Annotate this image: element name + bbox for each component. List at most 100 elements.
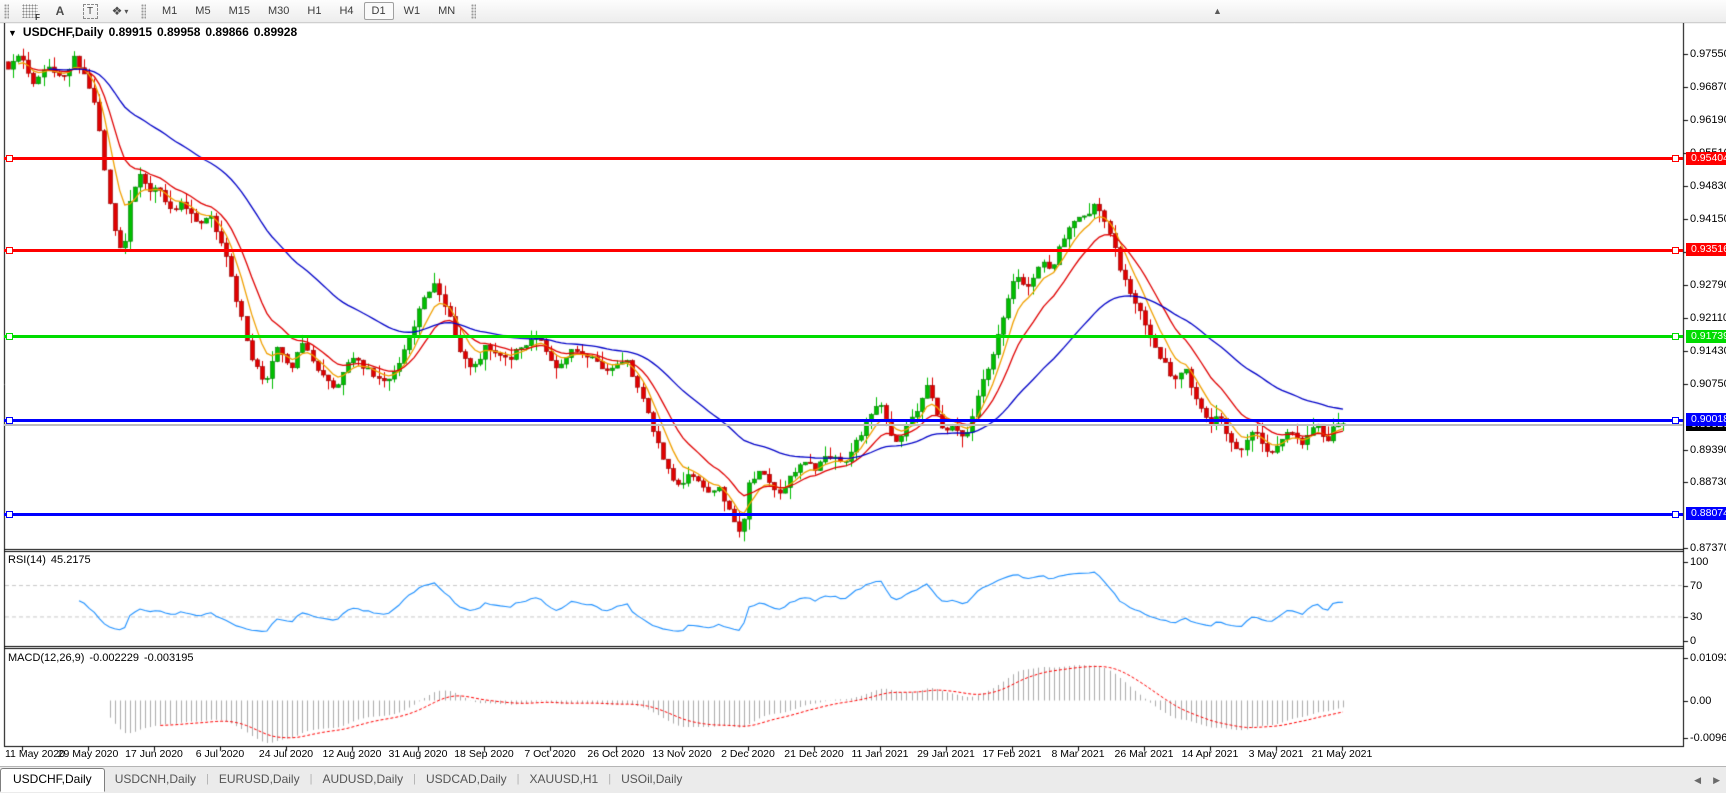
macd-scale-label: 0.010933 — [1690, 652, 1726, 664]
tab-usoil-daily[interactable]: USOil,Daily — [611, 767, 692, 790]
rsi-name: RSI(14) — [8, 554, 46, 566]
trading-platform-window: F A T ❖▾ M1M5M15M30H1H4D1W1MN ▲ ▼ USDCHF,… — [0, 0, 1726, 793]
rsi-scale-label: 30 — [1690, 611, 1702, 623]
line-anchor-handle[interactable] — [6, 333, 13, 340]
line-anchor-handle[interactable] — [1672, 417, 1679, 424]
timeframe-m30-button[interactable]: M30 — [260, 2, 297, 20]
price-axis-tick: 0.94830 — [1690, 180, 1726, 192]
chart-title: ▼ USDCHF,Daily 0.89915 0.89958 0.89866 0.8992… — [8, 25, 302, 39]
date-axis-label: 29 Jan 2021 — [917, 748, 975, 760]
line-anchor-handle[interactable] — [1672, 247, 1679, 254]
timeframe-m15-button[interactable]: M15 — [221, 2, 258, 20]
price-axis-tick: 0.91430 — [1690, 345, 1726, 357]
price-line-badge-0.95404: 0.95404 — [1686, 152, 1726, 165]
chart-symbol-period: USDCHF,Daily — [23, 25, 104, 39]
tab-scroll-left-icon[interactable]: ◀ — [1694, 775, 1701, 786]
price-axis-tick: 0.94150 — [1690, 213, 1726, 225]
price-line-badge-0.90018: 0.90018 — [1686, 413, 1726, 426]
date-axis-label: 2 Dec 2020 — [721, 748, 775, 760]
line-anchor-handle[interactable] — [1672, 333, 1679, 340]
price-axis-tick: 0.89390 — [1690, 444, 1726, 456]
horizontal-line-0.91739[interactable] — [4, 335, 1683, 338]
horizontal-line-0.95404[interactable] — [4, 157, 1683, 160]
horizontal-line-0.88074[interactable] — [4, 513, 1683, 516]
date-axis-label: 11 Jan 2021 — [851, 748, 908, 760]
date-axis-label: 3 May 2021 — [1249, 748, 1304, 760]
line-anchor-handle[interactable] — [1672, 511, 1679, 518]
rsi-scale-label: 0 — [1690, 635, 1696, 647]
date-axis-label: 14 Apr 2021 — [1182, 748, 1239, 760]
date-axis-label: 21 May 2021 — [1312, 748, 1373, 760]
tab-usdcnh-daily[interactable]: USDCNH,Daily — [105, 767, 206, 790]
timeframe-w1-button[interactable]: W1 — [396, 2, 429, 20]
date-axis-label: 26 Oct 2020 — [587, 748, 644, 760]
price-line-badge-0.93516: 0.93516 — [1686, 243, 1726, 256]
timeframe-d1-button[interactable]: D1 — [364, 2, 394, 20]
tab-scroll-right-icon[interactable]: ▶ — [1713, 775, 1720, 786]
macd-signal-value: -0.003195 — [144, 652, 194, 664]
timeframe-m5-button[interactable]: M5 — [187, 2, 218, 20]
price-axis-tick: 0.87370 — [1690, 542, 1726, 554]
line-anchor-handle[interactable] — [6, 417, 13, 424]
quote-high: 0.89958 — [157, 25, 200, 39]
price-line-badge-0.88074: 0.88074 — [1686, 507, 1726, 520]
quote-close: 0.89928 — [254, 25, 297, 39]
date-axis-label: 29 May 2020 — [58, 748, 119, 760]
toolbar: F A T ❖▾ M1M5M15M30H1H4D1W1MN — [0, 0, 1726, 23]
price-line-badge-0.91739: 0.91739 — [1686, 330, 1726, 343]
horizontal-line-0.90018[interactable] — [4, 419, 1683, 422]
date-axis-label: 21 Dec 2020 — [784, 748, 844, 760]
macd-indicator-label: MACD(12,26,9)-0.002229-0.003195 — [8, 652, 199, 664]
price-axis-tick: 0.96870 — [1690, 81, 1726, 93]
date-axis-label: 31 Aug 2020 — [389, 748, 448, 760]
timeframe-mn-button[interactable]: MN — [430, 2, 463, 20]
chart-menu-icon[interactable]: ▼ — [8, 28, 17, 38]
price-chart-canvas[interactable] — [0, 0, 1726, 793]
chart-shift-marker[interactable]: ▲ — [1213, 6, 1222, 16]
date-axis-label: 13 Nov 2020 — [652, 748, 712, 760]
date-axis-label: 17 Feb 2021 — [983, 748, 1042, 760]
toolbar-drag-handle[interactable] — [471, 4, 476, 19]
tab-usdcad-daily[interactable]: USDCAD,Daily — [416, 767, 517, 790]
price-axis-tick: 0.92790 — [1690, 279, 1726, 291]
line-anchor-handle[interactable] — [6, 511, 13, 518]
date-axis-label: 12 Aug 2020 — [323, 748, 382, 760]
rsi-scale-label: 70 — [1690, 580, 1702, 592]
tab-audusd-daily[interactable]: AUDUSD,Daily — [312, 767, 413, 790]
toolbar-drag-handle[interactable] — [141, 4, 146, 19]
chart-tab-bar: USDCHF,DailyUSDCNH,Daily|EURUSD,Daily|AU… — [0, 766, 1726, 793]
date-axis-label: 26 Mar 2021 — [1115, 748, 1174, 760]
date-axis-label: 6 Jul 2020 — [196, 748, 244, 760]
rsi-indicator-label: RSI(14)45.2175 — [8, 554, 96, 566]
grid-f-icon[interactable]: F — [17, 1, 43, 21]
timeframe-m1-button[interactable]: M1 — [154, 2, 185, 20]
dropdown-arrow-icon[interactable]: ▾ — [124, 7, 128, 16]
line-anchor-handle[interactable] — [1672, 155, 1679, 162]
quote-open: 0.89915 — [109, 25, 152, 39]
arrows-tool-icon[interactable]: ❖▾ — [107, 1, 133, 21]
line-anchor-handle[interactable] — [6, 155, 13, 162]
timeframe-h4-button[interactable]: H4 — [331, 2, 361, 20]
date-axis-label: 8 Mar 2021 — [1051, 748, 1104, 760]
timeframe-h1-button[interactable]: H1 — [299, 2, 329, 20]
macd-name: MACD(12,26,9) — [8, 652, 84, 664]
tab-xauusd-h1[interactable]: XAUUSD,H1 — [520, 767, 609, 790]
toolbar-drag-handle[interactable] — [4, 4, 9, 19]
price-axis-tick: 0.88730 — [1690, 476, 1726, 488]
tab-usdchf-daily[interactable]: USDCHF,Daily — [0, 768, 105, 792]
date-axis-label: 11 May 2020 — [5, 748, 65, 760]
price-axis-tick: 0.96190 — [1690, 114, 1726, 126]
date-axis-label: 17 Jun 2020 — [125, 748, 183, 760]
line-anchor-handle[interactable] — [6, 247, 13, 254]
date-axis-label: 24 Jul 2020 — [259, 748, 313, 760]
price-axis-tick: 0.92110 — [1690, 312, 1726, 324]
tab-eurusd-daily[interactable]: EURUSD,Daily — [209, 767, 310, 790]
text-a-icon[interactable]: A — [47, 1, 73, 21]
macd-scale-label: -0.009653 — [1690, 732, 1726, 744]
price-axis-tick: 0.97550 — [1690, 48, 1726, 60]
quote-low: 0.89866 — [205, 25, 248, 39]
date-axis-label: 18 Sep 2020 — [454, 748, 514, 760]
horizontal-line-0.93516[interactable] — [4, 249, 1683, 252]
current-price-line — [4, 424, 1683, 426]
textbox-t-icon[interactable]: T — [77, 1, 103, 21]
